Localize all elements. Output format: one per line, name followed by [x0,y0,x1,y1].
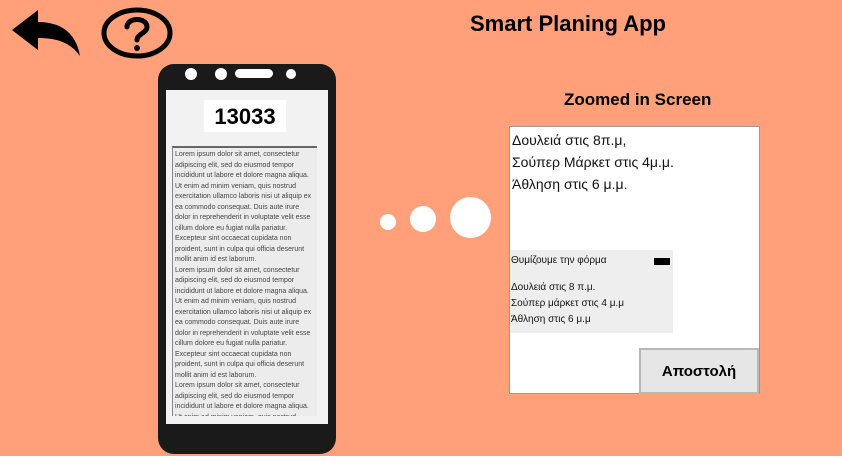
reminder-line: Άθληση στις 6 μ.μ [511,314,591,325]
task-line: Δουλειά στις 8π.μ, [512,132,627,148]
phone-text-content: Lorem ipsum dolor sit amet, consectetur … [175,151,312,416]
thought-bubble-small [380,214,396,230]
phone-camera-dot [286,69,296,79]
reminder-indicator [654,258,670,265]
back-button[interactable] [10,8,82,58]
reminder-title: Θυμίζουμε την φόρμα [511,255,607,266]
zoomed-screen-title: Zoomed in Screen [564,90,712,109]
help-button[interactable] [100,6,174,60]
task-line: Άθληση στις 6 μ.μ. [512,176,628,192]
phone-camera-dot [215,68,227,80]
phone-screen: 13033 Lorem ipsum dolor sit amet, consec… [166,90,328,424]
bottom-divider [0,456,842,461]
phone-camera-dot [185,68,197,80]
code-text: 13033 [214,104,276,129]
app-title: Smart Planing App [470,11,666,36]
task-line: Σούπερ Μάρκετ στις 4μ.μ. [512,154,674,170]
back-arrow-icon [12,10,80,56]
reminder-line: Δουλειά στις 8 π.μ. [511,282,596,293]
phone-text-area[interactable]: Lorem ipsum dolor sit amet, consectetur … [172,146,317,416]
code-display: 13033 [204,100,286,132]
reminder-line: Σούπερ μάρκετ στις 4 μ.μ [511,298,625,309]
question-mark-icon [101,7,173,59]
thought-bubble-medium [410,206,436,232]
send-button[interactable]: Αποστολή [639,348,759,394]
phone-mockup: 13033 Lorem ipsum dolor sit amet, consec… [158,64,336,454]
thought-bubble-large [450,197,491,238]
phone-speaker [235,69,273,78]
reminder-form: Θυμίζουμε την φόρμα Δουλειά στις 8 π.μ. … [510,250,673,333]
